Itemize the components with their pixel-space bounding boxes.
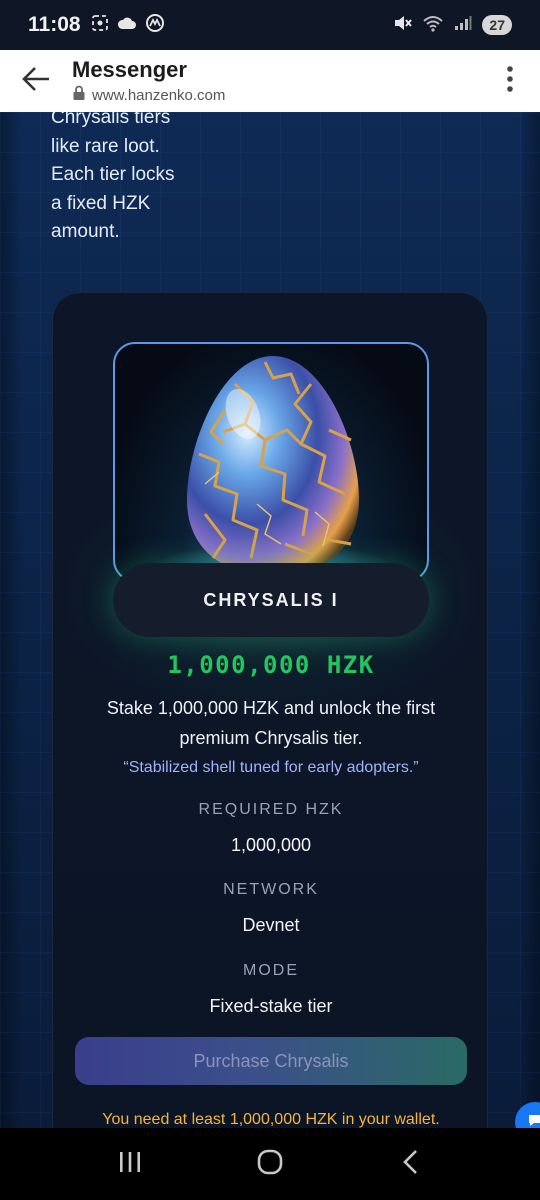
status-bar: 11:08 27 <box>0 0 540 50</box>
lock-icon <box>72 85 86 106</box>
recents-button[interactable] <box>100 1134 160 1194</box>
battery-indicator: 27 <box>482 15 512 35</box>
network-label: NETWORK <box>223 881 319 898</box>
recents-icon <box>117 1150 143 1179</box>
url-text: www.hanzenko.com <box>92 86 226 104</box>
home-icon <box>256 1148 284 1181</box>
tier-price: 1,000,000 HZK <box>167 651 375 679</box>
app-notification-icon <box>145 13 165 38</box>
purchase-chrysalis-button[interactable]: Purchase Chrysalis <box>75 1037 467 1085</box>
back-arrow-icon <box>20 65 52 98</box>
required-hzk-value: 1,000,000 <box>230 835 312 855</box>
tier-card: CHRYSALIS I 1,000,000 HZK Stake 1,000,00… <box>52 292 489 1128</box>
cloud-icon <box>117 15 137 36</box>
url-row: www.hanzenko.com <box>72 85 480 106</box>
back-button[interactable] <box>0 50 72 112</box>
status-right: 27 <box>392 14 512 37</box>
tier-name: CHRYSALIS I <box>203 589 339 610</box>
back-icon <box>400 1148 420 1181</box>
mode-label: MODE <box>243 962 299 979</box>
chat-icon <box>526 1111 540 1129</box>
egg-illustration <box>153 356 393 580</box>
intro-line: a fixed HZK <box>51 192 151 214</box>
required-hzk-label: REQUIRED HZK <box>198 801 344 818</box>
page-title: Messenger <box>72 56 187 82</box>
intro-line: like rare loot. <box>51 135 160 157</box>
web-content[interactable]: Chrysalis tiers like rare loot. Each tie… <box>0 112 540 1128</box>
wifi-icon <box>422 14 444 37</box>
status-time: 11:08 <box>28 13 81 36</box>
network-value: Devnet <box>242 915 300 935</box>
intro-line: Chrysalis tiers <box>51 112 171 128</box>
browser-toolbar: Messenger www.hanzenko.com <box>0 50 540 112</box>
status-left: 11:08 <box>28 13 165 38</box>
tier-quote: “Stabilized shell tuned for early adopte… <box>123 759 419 776</box>
system-nav-bar <box>0 1128 540 1200</box>
egg-image <box>113 342 429 582</box>
title-block[interactable]: Messenger www.hanzenko.com <box>72 57 480 106</box>
tier-description: Stake 1,000,000 HZK and unlock the first… <box>106 698 436 748</box>
intro-line: Each tier locks <box>51 164 175 186</box>
intro-text: Chrysalis tiers like rare loot. Each tie… <box>51 112 251 247</box>
mute-icon <box>392 14 413 37</box>
screenshot-icon <box>91 14 109 37</box>
mode-value: Fixed-stake tier <box>209 996 333 1016</box>
back-nav-button[interactable] <box>380 1134 440 1194</box>
home-button[interactable] <box>240 1134 300 1194</box>
tier-name-pill: CHRYSALIS I <box>113 563 429 637</box>
more-options-button[interactable] <box>480 50 540 112</box>
more-vert-icon <box>506 65 514 98</box>
wallet-warning: You need at least 1,000,000 HZK in your … <box>102 1111 440 1128</box>
signal-icon <box>454 15 472 36</box>
intro-line: amount. <box>51 221 120 243</box>
